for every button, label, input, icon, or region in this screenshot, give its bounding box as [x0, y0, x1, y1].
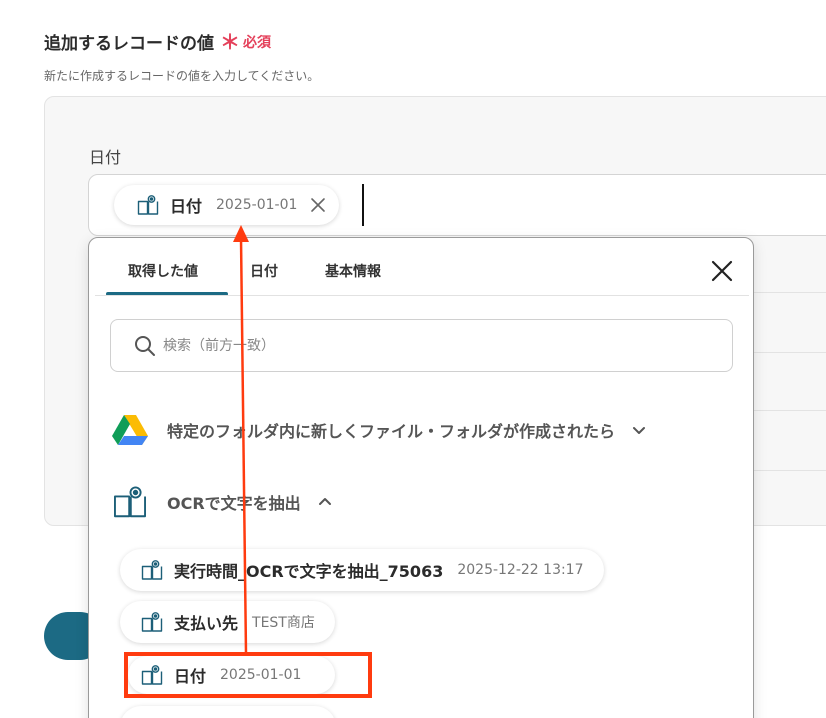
chevron-down-icon [633, 427, 646, 434]
ocr-book-icon [141, 560, 163, 580]
required-label: 必須 [243, 34, 271, 51]
value-picker-popup: 取得した値 日付 基本情報 特定のフォルダ内に新しくファイル・フォルダが作成され… [88, 237, 754, 718]
text-cursor [362, 184, 364, 226]
chip-label: 日付 [170, 197, 203, 216]
list-item-payee[interactable]: 支払い先 TEST商店 [120, 601, 335, 643]
section-title: 追加するレコードの値 ＊ 必須 [44, 29, 271, 55]
date-field-label: 日付 [89, 148, 122, 167]
group-google-drive-trigger[interactable]: 特定のフォルダ内に新しくファイル・フォルダが作成されたら [111, 411, 647, 449]
background-row-divider [752, 292, 826, 293]
ocr-book-icon [114, 486, 146, 518]
group-label: 特定のフォルダ内に新しくファイル・フォルダが作成されたら [167, 422, 616, 441]
background-row-divider [752, 410, 826, 411]
search-input[interactable] [163, 320, 723, 371]
section-description: 新たに作成するレコードの値を入力してください。 [44, 69, 320, 83]
section-title-text: 追加するレコードの値 [44, 34, 214, 54]
ocr-book-icon [141, 612, 163, 632]
tab-date[interactable]: 日付 [250, 261, 278, 281]
item-value: 2025-12-22 13:17 [457, 562, 584, 578]
list-item-execution-time[interactable]: 実行時間_OCRで文字を抽出_75063 2025-12-22 13:17 [120, 549, 604, 591]
background-row-divider [752, 352, 826, 353]
required-mark: ＊ [220, 29, 240, 54]
group-ocr-trigger[interactable]: OCRで文字を抽出 [111, 483, 333, 521]
item-label: 実行時間_OCRで文字を抽出_75063 [174, 562, 444, 581]
background-row-divider [752, 470, 826, 471]
group-label: OCRで文字を抽出 [167, 494, 301, 513]
tab-acquired-values[interactable]: 取得した値 [128, 261, 198, 281]
tabs-divider [95, 295, 749, 296]
search-icon [135, 336, 155, 356]
google-drive-icon [112, 415, 148, 445]
remove-chip-icon[interactable] [309, 196, 327, 214]
popup-tabs: 取得した値 日付 基本情報 [89, 238, 753, 296]
close-icon[interactable] [709, 258, 735, 284]
list-item-partial[interactable] [120, 706, 336, 718]
tab-basic-info[interactable]: 基本情報 [325, 261, 381, 281]
ocr-book-icon [137, 195, 159, 215]
item-value: TEST商店 [252, 615, 315, 631]
highlight-box [124, 652, 372, 698]
chip-value: 2025-01-01 [216, 197, 298, 213]
item-label: 支払い先 [174, 614, 239, 633]
chevron-up-icon [318, 498, 331, 505]
selected-value-chip[interactable]: 日付 2025-01-01 [114, 185, 340, 225]
search-box [110, 319, 733, 372]
